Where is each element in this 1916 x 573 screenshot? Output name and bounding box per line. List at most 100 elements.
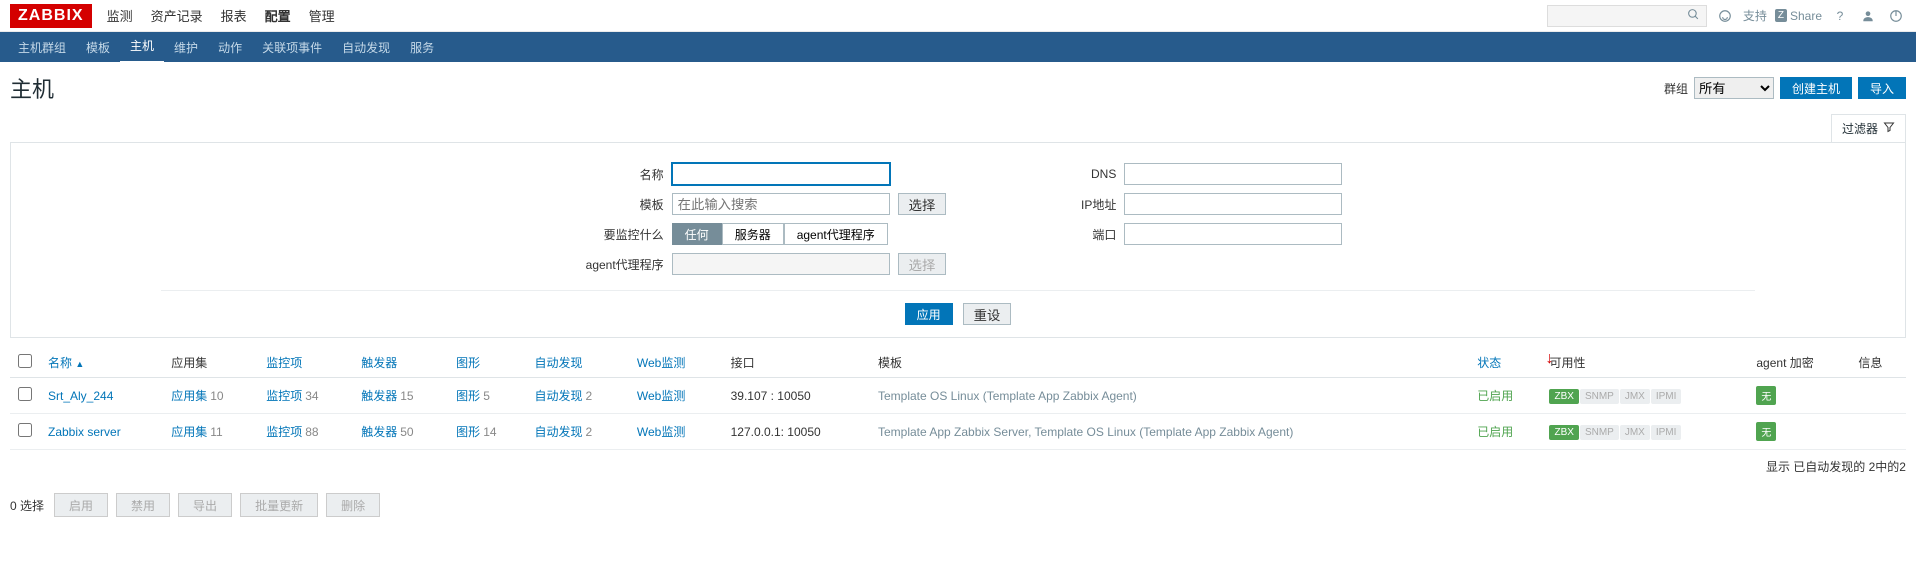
group-label: 群组 (1664, 80, 1688, 97)
action-2[interactable]: 导出 (178, 493, 232, 517)
apps-link[interactable]: 应用集 (171, 389, 207, 403)
triggers-link[interactable]: 触发器 (361, 425, 397, 439)
avail-snmp: SNMP (1580, 425, 1619, 440)
top-nav-4[interactable]: 管理 (309, 6, 335, 25)
top-nav-1[interactable]: 资产记录 (151, 6, 203, 25)
info-cell (1850, 378, 1906, 414)
templates-cell[interactable]: Template App Zabbix Server, Template OS … (870, 414, 1469, 450)
col-templates: 模板 (870, 348, 1469, 378)
select-all-checkbox[interactable] (18, 354, 32, 368)
sub-nav-7[interactable]: 服务 (400, 32, 444, 63)
user-icon[interactable] (1858, 6, 1878, 26)
items-link[interactable]: 监控项 (266, 389, 302, 403)
availability-cell: ZBXSNMPJMXIPMI (1541, 414, 1748, 450)
filter-dns-label: DNS (1026, 167, 1116, 181)
web-link[interactable]: Web监测 (637, 389, 685, 403)
avail-zbx: ZBX (1549, 389, 1578, 404)
sub-nav-3[interactable]: 维护 (164, 32, 208, 63)
filter-ip-input[interactable] (1124, 193, 1342, 215)
sub-nav-2[interactable]: 主机 (120, 30, 164, 64)
row-checkbox[interactable] (18, 387, 32, 401)
filter-label: 过滤器 (1842, 120, 1878, 137)
apps-link[interactable]: 应用集 (171, 425, 207, 439)
encrypt-badge: 无 (1756, 386, 1776, 405)
discovery-link[interactable]: 自动发现 (534, 389, 582, 403)
col-name[interactable]: 名称 ▲ (48, 356, 84, 370)
filter-proxy-label: agent代理程序 (574, 256, 664, 273)
filter-name-input[interactable] (672, 163, 890, 185)
avail-ipmi: IPMI (1651, 425, 1682, 440)
support-icon[interactable] (1715, 6, 1735, 26)
action-3[interactable]: 批量更新 (240, 493, 318, 517)
avail-jmx: JMX (1620, 389, 1650, 404)
col-graphs[interactable]: 图形 (456, 356, 480, 370)
top-nav-3[interactable]: 配置 (265, 6, 291, 25)
action-1[interactable]: 禁用 (116, 493, 170, 517)
avail-snmp: SNMP (1580, 389, 1619, 404)
search-box[interactable] (1547, 5, 1707, 27)
sub-nav-4[interactable]: 动作 (208, 32, 252, 63)
logout-icon[interactable] (1886, 6, 1906, 26)
share-button[interactable]: Z Share (1775, 9, 1822, 23)
items-link[interactable]: 监控项 (266, 425, 302, 439)
monitor-opt-0[interactable]: 任何 (672, 223, 722, 245)
triggers-link[interactable]: 触发器 (361, 389, 397, 403)
row-checkbox[interactable] (18, 423, 32, 437)
col-encryption: agent 加密 (1748, 348, 1850, 378)
col-triggers[interactable]: 触发器 (361, 356, 397, 370)
sub-nav-1[interactable]: 模板 (76, 32, 120, 63)
host-name-link[interactable]: Zabbix server (48, 425, 121, 439)
sub-nav-6[interactable]: 自动发现 (332, 32, 400, 63)
interface-cell: 127.0.0.1: 10050 (723, 414, 870, 450)
col-status[interactable]: 状态 (1477, 356, 1501, 370)
logo[interactable]: ZABBIX (10, 4, 92, 28)
top-nav-2[interactable]: 报表 (221, 6, 247, 25)
monitor-opt-2[interactable]: agent代理程序 (784, 223, 888, 245)
support-label[interactable]: 支持 (1743, 7, 1767, 24)
filter-apply-button[interactable]: 应用 (905, 303, 953, 325)
col-items[interactable]: 监控项 (266, 356, 302, 370)
status-link[interactable]: 已启用 (1477, 389, 1513, 403)
filter-template-input[interactable] (672, 193, 890, 215)
sub-nav-0[interactable]: 主机群组 (8, 32, 76, 63)
status-link[interactable]: 已启用 (1477, 425, 1513, 439)
share-z-icon: Z (1775, 9, 1787, 22)
filter-toggle[interactable]: 过滤器 (1831, 114, 1906, 142)
col-web[interactable]: Web监测 (637, 356, 685, 370)
filter-monitor-label: 要监控什么 (574, 226, 664, 243)
action-0[interactable]: 启用 (54, 493, 108, 517)
filter-template-label: 模板 (574, 196, 664, 213)
filter-proxy-input (672, 253, 890, 275)
filter-port-input[interactable] (1124, 223, 1342, 245)
col-info: 信息 (1850, 348, 1906, 378)
col-availability: 可用性 (1541, 348, 1748, 378)
host-name-link[interactable]: Srt_Aly_244 (48, 389, 113, 403)
discovery-link[interactable]: 自动发现 (534, 425, 582, 439)
filter-proxy-select: 选择 (898, 253, 947, 275)
filter-reset-button[interactable]: 重设 (963, 303, 1012, 325)
action-4[interactable]: 删除 (326, 493, 380, 517)
web-link[interactable]: Web监测 (637, 425, 685, 439)
top-nav-0[interactable]: 监测 (107, 6, 133, 25)
monitor-opt-1[interactable]: 服务器 (722, 223, 784, 245)
share-label: Share (1790, 9, 1822, 23)
filter-template-select[interactable]: 选择 (898, 193, 947, 215)
availability-cell: ZBXSNMPJMXIPMI (1541, 378, 1748, 414)
graphs-link[interactable]: 图形 (456, 425, 480, 439)
filter-port-label: 端口 (1026, 226, 1116, 243)
filter-name-label: 名称 (574, 166, 664, 183)
col-discovery[interactable]: 自动发现 (534, 356, 582, 370)
create-host-button[interactable]: 创建主机 (1780, 77, 1852, 99)
help-icon[interactable]: ? (1830, 6, 1850, 26)
filter-icon (1883, 121, 1895, 136)
search-icon (1687, 8, 1700, 24)
filter-dns-input[interactable] (1124, 163, 1342, 185)
col-apps: 应用集 (163, 348, 258, 378)
sub-nav-5[interactable]: 关联项事件 (252, 32, 332, 63)
selected-count: 0 选择 (10, 497, 44, 514)
table-row: Srt_Aly_244 应用集10 监控项34 触发器15 图形5 自动发现2 … (10, 378, 1906, 414)
templates-cell[interactable]: Template OS Linux (Template App Zabbix A… (870, 378, 1469, 414)
graphs-link[interactable]: 图形 (456, 389, 480, 403)
import-button[interactable]: 导入 (1858, 77, 1906, 99)
group-select[interactable]: 所有 (1694, 77, 1774, 99)
